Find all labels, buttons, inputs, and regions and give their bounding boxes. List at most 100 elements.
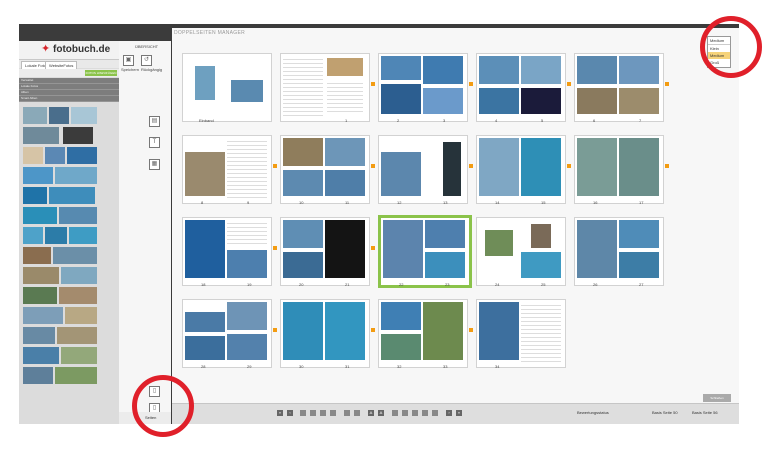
photo-thumb[interactable] — [23, 107, 47, 124]
tool-icon[interactable] — [422, 410, 428, 416]
spread-card[interactable]: 10 11 — [280, 135, 375, 205]
spread-card[interactable]: 18 19 — [182, 217, 277, 287]
photo-thumb[interactable] — [57, 327, 97, 344]
photo-thumb[interactable] — [23, 127, 59, 144]
undo-icon[interactable]: ↺ — [141, 55, 152, 66]
page-number: 10 — [299, 200, 304, 205]
photo-thumb[interactable] — [55, 367, 97, 384]
spread-marker — [469, 164, 473, 168]
base-page-a: Basis Seite 50 — [652, 410, 678, 415]
photo-thumb[interactable] — [23, 367, 53, 384]
photo-thumb[interactable] — [23, 307, 63, 324]
tool-icon[interactable] — [392, 410, 398, 416]
spread-card[interactable]: 4 5 — [476, 53, 571, 123]
page-left — [185, 302, 225, 362]
photo-thumb[interactable] — [23, 327, 55, 344]
spread-card[interactable]: 26 27 — [574, 217, 664, 287]
page-number: 33 — [443, 364, 448, 369]
layout-icon[interactable] — [310, 410, 316, 416]
page-right — [325, 220, 365, 280]
photo-thumb[interactable] — [23, 247, 51, 264]
tools-column: ÜBERSICHT ▣ ↺ Speichern Rückgängig ▤ T ▦… — [119, 41, 171, 424]
photo-thumb[interactable] — [55, 167, 97, 184]
spread-card[interactable]: 34 — [476, 299, 566, 369]
close-button[interactable]: Schließen — [703, 394, 731, 402]
spread-card[interactable]: 24 25 — [476, 217, 566, 287]
spread-card[interactable]: 28 29 — [182, 299, 277, 369]
page-title: DOPPELSEITEN MANAGER — [174, 30, 246, 36]
photo-grid — [19, 103, 119, 424]
tool-icon[interactable] — [432, 410, 438, 416]
tool-icon[interactable] — [402, 410, 408, 416]
source-tabs: Lokale Fotos WebsiteFotos — [19, 60, 119, 70]
photo-thumb[interactable] — [23, 207, 57, 224]
tool-icon[interactable] — [412, 410, 418, 416]
spread-card[interactable]: 32 33 — [378, 299, 473, 369]
photo-thumb[interactable] — [61, 267, 97, 284]
text-icon[interactable]: A — [378, 410, 384, 416]
spread-card[interactable]: 30 31 — [280, 299, 375, 369]
photo-thumb[interactable] — [59, 207, 97, 224]
page-number: 27 — [639, 282, 644, 287]
page-number: 2 — [397, 118, 400, 123]
page-right — [521, 56, 561, 116]
spread-card[interactable]: 20 21 — [280, 217, 375, 287]
next-page-icon[interactable]: › — [446, 410, 452, 416]
spread-card[interactable]: 1 — [280, 53, 375, 123]
add-photos-button[interactable]: FOTOS HINZUFÜGEN — [85, 70, 117, 76]
brand-logo-icon: ✦ — [41, 43, 51, 55]
spread-card[interactable]: 6 7 — [574, 53, 669, 123]
page-left — [381, 302, 421, 362]
spread-card[interactable]: Einband — [182, 53, 272, 123]
photo-thumb[interactable] — [45, 147, 65, 164]
layout-icon[interactable] — [330, 410, 336, 416]
brand-name: fotobuch.de — [53, 44, 111, 55]
photo-thumb[interactable] — [23, 287, 57, 304]
spread-card[interactable]: 12 13 — [378, 135, 473, 205]
photo-thumb[interactable] — [69, 227, 97, 244]
last-page-icon[interactable]: » — [456, 410, 462, 416]
first-page-icon[interactable]: « — [277, 410, 283, 416]
page-left — [283, 220, 323, 280]
save-icon[interactable]: ▣ — [123, 55, 134, 66]
photo-thumb[interactable] — [63, 127, 93, 144]
photo-thumb[interactable] — [53, 247, 97, 264]
layout-icon[interactable] — [320, 410, 326, 416]
layout-icon[interactable] — [300, 410, 306, 416]
spread-marker — [665, 164, 669, 168]
photo-thumb[interactable] — [23, 147, 43, 164]
spread-card[interactable]: 2 3 — [378, 53, 473, 123]
photo-thumb[interactable] — [49, 107, 69, 124]
photo-thumb[interactable] — [23, 167, 53, 184]
layout-icon[interactable] — [344, 410, 350, 416]
page-left — [383, 220, 423, 280]
photo-thumb[interactable] — [61, 347, 97, 364]
photo-thumb[interactable] — [71, 107, 97, 124]
photo-thumb[interactable] — [45, 227, 67, 244]
prev-page-icon[interactable]: ‹ — [287, 410, 293, 416]
photo-thumb[interactable] — [23, 187, 47, 204]
text-icon[interactable]: A — [368, 410, 374, 416]
layout-tool-icon[interactable]: ▦ — [149, 159, 160, 170]
spread-card-selected[interactable]: 22 23 — [378, 215, 472, 288]
layout-icon[interactable] — [354, 410, 360, 416]
album-item[interactable]: Smart Alben — [19, 96, 119, 102]
rating-status[interactable]: Bewertungsstatus — [577, 410, 609, 415]
page-number: 31 — [345, 364, 350, 369]
page-left — [577, 220, 617, 280]
page-number: 25 — [541, 282, 546, 287]
text-tool-icon[interactable]: T — [149, 137, 160, 148]
photo-thumb[interactable] — [49, 187, 95, 204]
photo-thumb[interactable] — [67, 147, 97, 164]
spread-card[interactable]: 14 15 — [476, 135, 571, 205]
image-tool-icon[interactable]: ▤ — [149, 116, 160, 127]
spread-card[interactable]: 16 17 — [574, 135, 669, 205]
photo-thumb[interactable] — [23, 267, 59, 284]
photo-thumb[interactable] — [65, 307, 97, 324]
photo-thumb[interactable] — [23, 227, 43, 244]
highlight-circle-size-dropdown — [700, 16, 762, 78]
spread-card[interactable]: 8 9 — [182, 135, 277, 205]
photo-thumb[interactable] — [23, 347, 59, 364]
photo-thumb[interactable] — [59, 287, 97, 304]
spread-manager: DOPPELSEITEN MANAGER Einband 1 2 3 4 5 6… — [172, 28, 739, 424]
